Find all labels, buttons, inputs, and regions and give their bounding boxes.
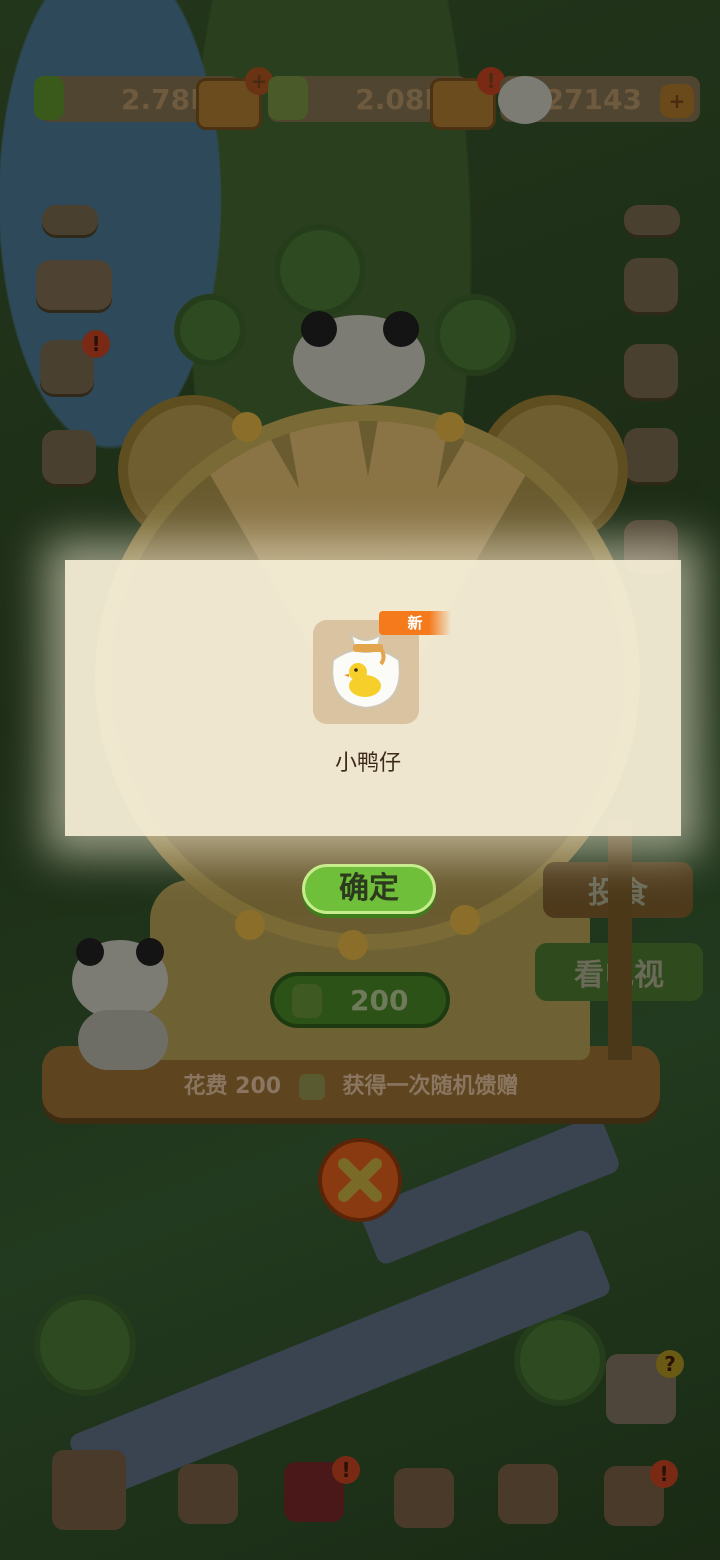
tree [440, 300, 510, 370]
bamboo-icon [34, 76, 64, 120]
panda-ear [383, 311, 419, 347]
wheel-bulb [235, 910, 265, 940]
close-x-icon [338, 1158, 382, 1202]
cost-note-suffix: 获得一次随机馈赠 [342, 1074, 519, 1099]
wheel-bulb [338, 930, 368, 960]
pot-icon[interactable] [42, 430, 96, 484]
reward-item-card [313, 620, 419, 724]
task-icon[interactable] [624, 428, 678, 482]
shop-button-bamboo[interactable]: + [196, 67, 273, 130]
sign-post [608, 820, 632, 1060]
tree [280, 230, 360, 310]
panda-mascot-top [293, 311, 425, 405]
bamboo-shoot-icon [292, 984, 322, 1018]
tree [520, 1320, 600, 1400]
collapse-left-icon[interactable] [42, 205, 98, 235]
wheel-bulb [450, 905, 480, 935]
panda-mascot-waving [72, 938, 168, 1020]
wheel-bulb [435, 412, 465, 442]
panda-ear [76, 938, 104, 966]
friends-icon[interactable] [36, 260, 112, 310]
panda-body [78, 1010, 168, 1070]
add-panda-coins-button[interactable]: + [660, 84, 694, 118]
cost-note-prefix: 花费 200 [183, 1074, 282, 1099]
bamboo-shoot-icon [298, 1074, 325, 1100]
decor-icon[interactable] [178, 1464, 238, 1524]
menu-list-icon[interactable] [624, 258, 678, 312]
bamboo-shoot-icon [268, 76, 308, 120]
tree [180, 300, 240, 360]
panda-ear [301, 311, 337, 347]
map-icon[interactable] [52, 1450, 126, 1530]
confirm-button[interactable]: 确定 [302, 864, 436, 914]
album-icon[interactable] [498, 1464, 558, 1524]
shop-button-shoots[interactable]: ! [430, 67, 505, 130]
mushroom-icon[interactable] [394, 1468, 454, 1528]
cost-note: 花费 200 获得一次随机馈赠 [42, 1068, 660, 1100]
alert-icon: ! [650, 1460, 678, 1488]
duck-sack-icon [331, 631, 401, 710]
alert-icon: ! [332, 1456, 360, 1484]
reward-item-name: 小鸭仔 [334, 751, 401, 776]
close-button[interactable] [318, 1138, 402, 1222]
panda-ear [136, 938, 164, 966]
spin-cost-value: 200 [350, 984, 409, 1017]
help-icon: ? [656, 1350, 684, 1378]
panda-icon [498, 76, 552, 124]
checkin-calendar-icon[interactable] [624, 344, 678, 398]
new-badge: 新 [379, 611, 451, 635]
wheel-bulb [232, 412, 262, 442]
panda-amount: 27143 [544, 82, 642, 116]
alert-icon: ! [82, 330, 110, 358]
tree [40, 1300, 130, 1390]
collapse-right-icon[interactable] [624, 205, 680, 235]
